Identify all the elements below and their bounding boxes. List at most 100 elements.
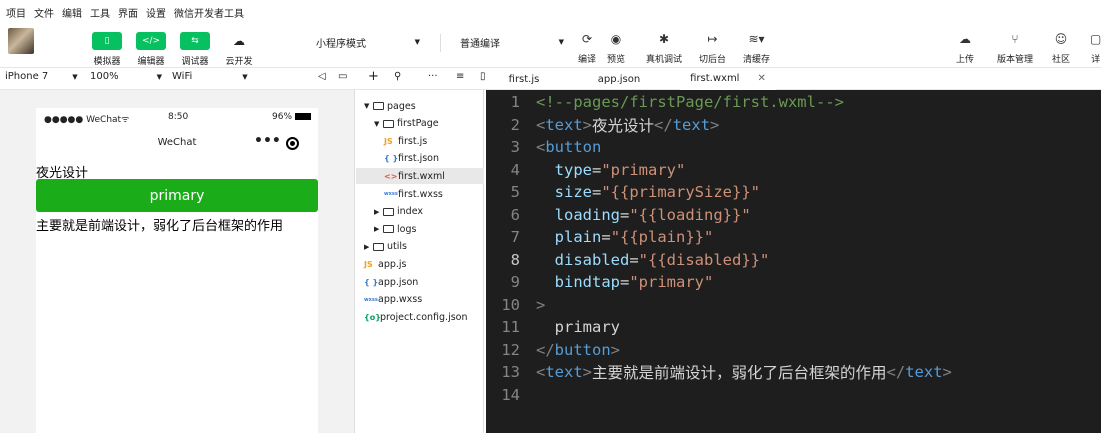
menu-project[interactable]: 项目 [6, 5, 26, 20]
mode-select[interactable]: 小程序模式 ▼ [312, 32, 424, 52]
compile-button[interactable]: ⟳ 编译 [578, 30, 596, 65]
editor-button[interactable]: </> 编辑器 [136, 32, 166, 67]
json-file-icon: { } [364, 277, 379, 287]
zoom-select-value: 100% [90, 71, 119, 82]
chevron-right-icon[interactable]: ▶ [374, 208, 383, 216]
tree-item[interactable]: {o} project.config.json [356, 309, 484, 325]
chevron-down-icon: ▼ [156, 72, 162, 81]
close-mini-program-icon[interactable] [286, 137, 299, 150]
menu-tools[interactable]: 工具 [90, 5, 110, 20]
chevron-right-icon[interactable]: ▶ [374, 225, 383, 233]
code-line[interactable]: 12 </button > [486, 339, 1101, 361]
battery-icon [294, 113, 311, 120]
more-menu-icon[interactable]: ••• [254, 133, 281, 149]
code-token: disabled [554, 250, 630, 269]
clear-cache-label: 清缓存 [743, 55, 771, 65]
details-icon: ▢ [1090, 32, 1101, 46]
cloud-label: 云开发 [225, 57, 253, 67]
tree-item[interactable]: wxss app.wxss [356, 292, 484, 308]
tab-first-js[interactable]: first.js [494, 68, 554, 90]
code-line[interactable]: 7 plain = "{{plain}}" [486, 226, 1101, 248]
cloud-button[interactable]: ☁ 云开发 [224, 32, 254, 67]
upload-button[interactable]: ☁ 上传 [956, 30, 974, 65]
tree-item[interactable]: <> first.wxml [356, 168, 484, 185]
sort-icon[interactable]: ≡ [456, 71, 464, 82]
code-line[interactable]: 1 <!--pages/firstPage/first.wxml--> [486, 91, 1101, 113]
preview-button[interactable]: ◉ 预览 [607, 30, 625, 65]
chevron-down-icon: ▼ [72, 72, 78, 81]
volume-icon[interactable]: ◁ [318, 71, 326, 82]
tree-item[interactable]: { } first.json [356, 151, 484, 167]
add-file-icon[interactable]: + [368, 69, 379, 84]
phone-screen: ●●●●● WeChatᯤ 8:50 96% WeChat ••• 夜光设计 p… [36, 108, 318, 433]
code-line[interactable]: 10 > [486, 294, 1101, 316]
details-button[interactable]: ▢ 详 [1090, 30, 1101, 65]
menu-edit[interactable]: 编辑 [62, 5, 82, 20]
code-line[interactable]: 2 < text > 夜光设计 </text > [486, 114, 1101, 136]
tree-item[interactable]: ▼ firstPage [356, 116, 484, 132]
code-editor[interactable]: 1 <!--pages/firstPage/first.wxml--> 2 < text… [486, 90, 1101, 433]
community-button[interactable]: ☺ 社区 [1052, 30, 1070, 65]
cloud-dev-icon: ☁ [233, 34, 245, 48]
device-select[interactable]: iPhone 7 ▼ [5, 71, 78, 82]
carrier: ●●●●● WeChatᯤ [44, 112, 129, 125]
tab-app-json[interactable]: app.json [576, 68, 662, 90]
compile-select[interactable]: 普通编译 ▼ [456, 32, 568, 52]
menu-wechat-devtools[interactable]: 微信开发者工具 [174, 5, 244, 20]
tree-item-label: pages [387, 100, 416, 112]
tree-item[interactable]: ▶ logs [356, 221, 484, 237]
tree-item-label: first.wxss [398, 188, 443, 200]
tree-item[interactable]: JS first.js [356, 133, 484, 149]
code-line[interactable]: 4 type = "primary" [486, 159, 1101, 181]
search-icon[interactable]: ⚲ [394, 71, 401, 82]
tree-item-label: app.wxss [378, 294, 423, 306]
code-line[interactable]: 5 size = "{{primarySize}}" [486, 181, 1101, 203]
close-icon[interactable]: ✕ [757, 73, 765, 84]
tab-label: first.js [508, 73, 540, 85]
zoom-select[interactable]: 100% ▼ [90, 71, 162, 82]
version-label: 版本管理 [997, 55, 1034, 65]
tree-item[interactable]: ▼ pages [356, 98, 484, 114]
code-line[interactable]: 3 < button [486, 136, 1101, 158]
simulator-button[interactable]: ▯ 模拟器 [92, 32, 122, 67]
code-line[interactable]: 11 primary [486, 316, 1101, 338]
more-icon[interactable]: ··· [428, 71, 438, 82]
code-line[interactable]: 8 disabled = "{{disabled}}" [486, 249, 1101, 271]
chevron-down-icon[interactable]: ▼ [374, 120, 383, 128]
device-select-value: iPhone 7 [5, 71, 49, 82]
collapse-icon[interactable]: ▯ [480, 71, 486, 82]
screen-icon[interactable]: ▭ [338, 71, 347, 82]
clear-cache-button[interactable]: ≋▾ 清缓存 [743, 30, 770, 65]
version-button[interactable]: ⑂ 版本管理 [997, 30, 1033, 65]
code-line[interactable]: 14 [486, 384, 1101, 406]
js-file-icon: JS [384, 136, 393, 146]
code-line[interactable]: 13 < text > 主要就是前端设计，弱化了后台框架的作用 </text > [486, 361, 1101, 383]
line-number: 11 [501, 318, 520, 336]
tree-item[interactable]: ▶ utils [356, 239, 484, 255]
code-token: 主要就是前端设计，弱化了后台框架的作用 [592, 364, 887, 382]
primary-button[interactable]: primary [36, 179, 318, 212]
chevron-down-icon[interactable]: ▼ [364, 102, 373, 110]
chevron-right-icon[interactable]: ▶ [364, 243, 373, 251]
menu-settings[interactable]: 设置 [146, 5, 166, 20]
menu-file[interactable]: 文件 [34, 5, 54, 20]
code-line[interactable]: 9 bindtap = "primary" [486, 271, 1101, 293]
tree-item[interactable]: JS app.js [356, 256, 484, 272]
tree-item[interactable]: ▶ index [356, 204, 484, 220]
debugger-button[interactable]: ⇆ 调试器 [180, 32, 210, 67]
chevron-down-icon: ▼ [558, 38, 564, 46]
js-file-icon: JS [364, 259, 373, 269]
tree-item[interactable]: { } app.json [356, 274, 484, 290]
avatar[interactable] [8, 28, 34, 54]
code-token: </ [654, 115, 673, 134]
menu-view[interactable]: 界面 [118, 5, 138, 20]
tree-item[interactable]: wxss first.wxss [356, 186, 484, 202]
refresh-icon: ⟳ [581, 32, 593, 46]
real-debug-button[interactable]: ✱ 真机调试 [646, 30, 682, 65]
network-select[interactable]: WiFi ▼ [172, 71, 248, 82]
code-line[interactable]: 6 loading = "{{loading}}" [486, 204, 1101, 226]
background-button[interactable]: ↦ 切后台 [699, 30, 726, 65]
wxml-file-icon: <> [384, 171, 398, 181]
tab-first-wxml[interactable]: first.wxml ✕ [680, 68, 776, 90]
